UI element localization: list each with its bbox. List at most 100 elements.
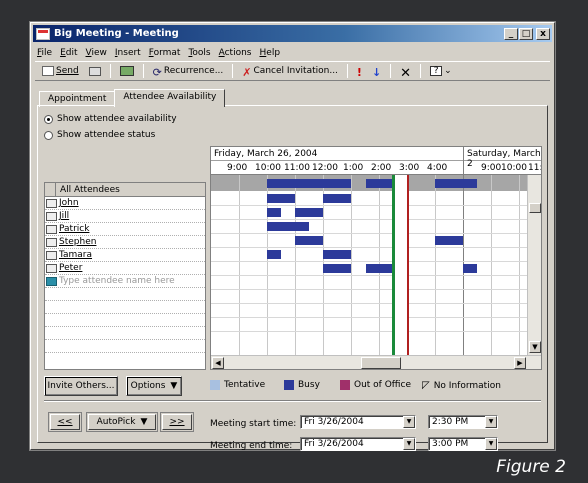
toolbar-separator	[346, 64, 348, 78]
chevron-down-icon[interactable]: ▼	[485, 438, 497, 450]
maximize-button[interactable]: □	[519, 27, 533, 40]
start-time-combo[interactable]: 2:30 PM ▼	[428, 415, 498, 429]
menu-tools[interactable]: Tools	[188, 48, 210, 58]
grid-line	[519, 175, 520, 355]
attendee-row[interactable]: Stephen	[45, 236, 205, 249]
attendee-row[interactable]: Peter	[45, 262, 205, 275]
date-header: Friday, March 26, 2004 Saturday, March 2	[211, 147, 541, 169]
chevron-down-icon[interactable]: ▼	[403, 416, 415, 428]
attendee-row[interactable]: John	[45, 197, 205, 210]
high-importance-button[interactable]: !	[354, 65, 365, 79]
attendee-envelope-icon	[46, 224, 57, 234]
attendee-envelope-icon	[46, 211, 57, 221]
row-line	[211, 317, 527, 318]
menu-help[interactable]: Help	[260, 48, 281, 58]
busy-block-all	[267, 179, 323, 188]
printer-icon	[88, 66, 101, 76]
delete-icon: ✕	[400, 66, 412, 81]
meeting-time-selection[interactable]	[394, 175, 408, 355]
minimize-button[interactable]: _	[504, 27, 518, 40]
low-importance-button[interactable]: ↓	[369, 65, 384, 79]
attendee-name-input[interactable]: Type attendee name here	[58, 276, 175, 286]
toolbar: Send ⟳ Recurrence... ✗ Cancel Invitation…	[35, 61, 550, 81]
meeting-start-marker[interactable]	[392, 175, 395, 355]
busy-block-patrick	[267, 222, 309, 231]
new-attendee-row[interactable]: Type attendee name here	[45, 275, 205, 288]
chevron-down-icon[interactable]: ▼	[485, 416, 497, 428]
grid-line	[239, 175, 240, 355]
busy-block-peter	[366, 264, 394, 273]
empty-row	[45, 340, 205, 353]
autopick-button[interactable]: AutoPick ▼	[86, 412, 158, 432]
attendee-envelope-icon	[46, 263, 57, 273]
scroll-right-arrow-icon[interactable]: ▶	[514, 357, 526, 369]
show-status-option[interactable]: Show attendee status	[44, 130, 155, 140]
print-button[interactable]	[86, 66, 104, 77]
close-button[interactable]: x	[536, 27, 550, 40]
end-date-combo[interactable]: Fri 3/26/2004 ▼	[300, 437, 416, 451]
grid-line	[295, 175, 296, 355]
time-label: 10:00	[501, 163, 527, 173]
title-bar[interactable]: Big Meeting - Meeting _ □ x	[33, 25, 552, 42]
down-arrow-icon: ↓	[371, 66, 382, 79]
time-label: 2:00	[371, 163, 392, 173]
menu-view[interactable]: View	[86, 48, 107, 58]
attendee-list: All Attendees John Jill Patrick Stephen …	[44, 182, 206, 370]
autopick-next-button[interactable]: >>	[160, 412, 194, 432]
meeting-window: Big Meeting - Meeting _ □ x File Edit Vi…	[30, 22, 555, 451]
chevron-down-icon[interactable]: ▼	[403, 438, 415, 450]
busy-block-peter	[463, 264, 477, 273]
menu-edit[interactable]: Edit	[60, 48, 77, 58]
meeting-start-label: Meeting start time:	[210, 419, 297, 429]
busy-block-john	[323, 194, 351, 203]
show-availability-option[interactable]: Show attendee availability	[44, 114, 177, 124]
vertical-scroll-thumb[interactable]	[529, 203, 541, 213]
scroll-left-arrow-icon[interactable]: ◀	[212, 357, 224, 369]
menu-actions[interactable]: Actions	[219, 48, 252, 58]
dropdown-arrow-icon: ▼	[170, 381, 178, 391]
help-button[interactable]: ? ⌄	[427, 65, 455, 77]
radio-selected-icon[interactable]	[44, 114, 53, 124]
autopick-previous-button[interactable]: <<	[48, 412, 82, 432]
end-time-combo[interactable]: 3:00 PM ▼	[428, 437, 498, 451]
busy-block-all	[323, 179, 351, 188]
meeting-end-marker[interactable]	[407, 175, 409, 355]
attendee-row[interactable]: Tamara	[45, 249, 205, 262]
row-line	[211, 205, 527, 206]
grid-body[interactable]	[211, 175, 527, 355]
grid-line	[351, 175, 352, 355]
legend-no-information: ◸ No Information	[422, 380, 501, 391]
cancel-invitation-button[interactable]: ✗ Cancel Invitation...	[239, 65, 341, 79]
horizontal-scroll-thumb[interactable]	[361, 357, 401, 369]
attendee-availability-pane: Show attendee availability Show attendee…	[37, 105, 548, 451]
attendee-row[interactable]: Patrick	[45, 223, 205, 236]
horizontal-scrollbar[interactable]: ◀ ▶	[211, 355, 541, 369]
busy-block-all	[435, 179, 477, 188]
figure-caption: Figure 2	[496, 457, 566, 477]
scroll-down-arrow-icon[interactable]: ▼	[529, 341, 541, 353]
busy-block-jill	[267, 208, 281, 217]
attendee-row[interactable]: Jill	[45, 210, 205, 223]
toolbar-separator	[142, 64, 144, 78]
tab-attendee-availability[interactable]: Attendee Availability	[114, 89, 226, 107]
start-date-combo[interactable]: Fri 3/26/2004 ▼	[300, 415, 416, 429]
options-button[interactable]: Options ▼	[126, 376, 182, 396]
busy-block-all	[366, 179, 394, 188]
busy-block-stephen	[435, 236, 463, 245]
time-label: 12:00	[312, 163, 338, 173]
send-button[interactable]: Send	[39, 65, 82, 77]
invite-others-button[interactable]: Invite Others...	[44, 376, 118, 396]
busy-block-tamara	[323, 250, 351, 259]
menu-format[interactable]: Format	[149, 48, 181, 58]
time-label: 9:00	[227, 163, 248, 173]
address-book-button[interactable]	[117, 65, 137, 77]
menu-insert[interactable]: Insert	[115, 48, 141, 58]
delete-button[interactable]: ✕	[397, 65, 414, 81]
free-busy-grid[interactable]: Friday, March 26, 2004 Saturday, March 2…	[210, 146, 542, 370]
grid-line	[435, 175, 436, 355]
menu-file[interactable]: File	[37, 48, 52, 58]
busy-block-stephen	[295, 236, 323, 245]
radio-empty-icon[interactable]	[44, 130, 53, 140]
recurrence-button[interactable]: ⟳ Recurrence...	[150, 65, 227, 79]
vertical-scrollbar[interactable]: ▼	[527, 175, 541, 355]
